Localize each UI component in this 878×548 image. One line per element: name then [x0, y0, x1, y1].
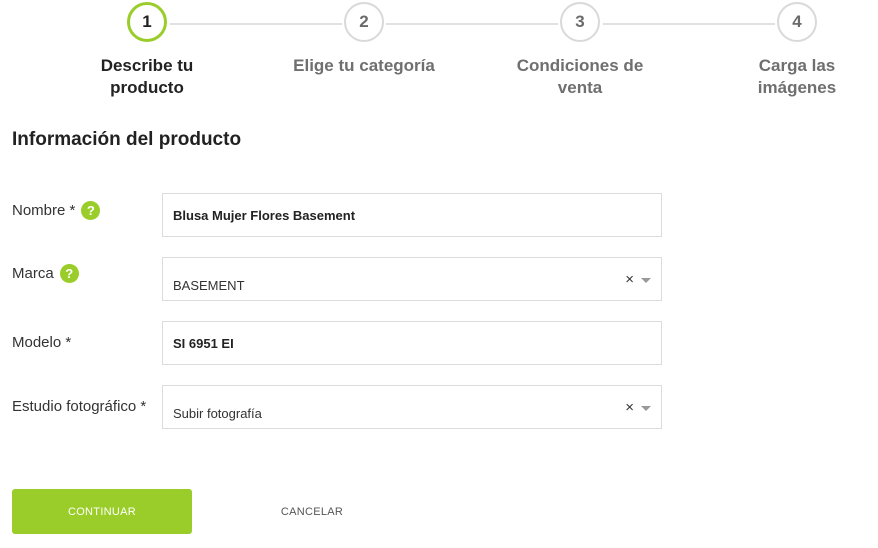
step-label: Describe tu producto — [100, 56, 194, 97]
estudio-fotografico-label: Estudio fotográfico * — [12, 398, 147, 415]
step-describe-product[interactable]: 1 Describe tu producto — [67, 0, 227, 99]
question-icon[interactable]: ? — [81, 201, 101, 220]
nombre-input[interactable] — [163, 194, 661, 236]
question-icon[interactable]: ? — [59, 264, 79, 283]
step-upload-images[interactable]: 4 Carga las imágenes — [717, 0, 877, 99]
marca-selected-value: BASEMENT — [173, 278, 245, 293]
marca-label: Marca ? — [12, 264, 79, 283]
chevron-down-icon[interactable] — [641, 406, 651, 411]
modelo-field-box — [162, 321, 662, 365]
step-sale-conditions[interactable]: 3 Condiciones de venta — [500, 0, 660, 99]
continue-button[interactable]: CONTINUAR — [12, 489, 192, 534]
clear-icon[interactable]: × — [625, 272, 634, 287]
step-label: Condiciones de venta — [516, 56, 644, 97]
step-number: 4 — [777, 2, 817, 42]
step-number: 1 — [127, 2, 167, 42]
cancel-button[interactable]: CANCELAR — [252, 489, 372, 534]
nombre-field-box — [162, 193, 662, 237]
marca-select[interactable]: BASEMENT × — [162, 257, 662, 301]
estudio-fotografico-select[interactable]: Subir fotografía × — [162, 385, 662, 429]
estudio-selected-value: Subir fotografía — [173, 406, 262, 421]
step-number: 2 — [344, 2, 384, 42]
modelo-input[interactable] — [163, 322, 661, 364]
section-title: Información del producto — [12, 129, 242, 150]
progress-stepper: 1 Describe tu producto 2 Elige tu catego… — [0, 0, 878, 110]
nombre-label: Nombre * ? — [12, 201, 101, 220]
step-label: Carga las imágenes — [757, 56, 837, 97]
chevron-down-icon[interactable] — [641, 278, 651, 283]
step-choose-category[interactable]: 2 Elige tu categoría — [284, 0, 444, 77]
step-label: Elige tu categoría — [293, 56, 435, 75]
product-form-page: 1 Describe tu producto 2 Elige tu catego… — [0, 0, 878, 548]
clear-icon[interactable]: × — [625, 400, 634, 415]
step-number: 3 — [560, 2, 600, 42]
modelo-label: Modelo * — [12, 334, 72, 351]
